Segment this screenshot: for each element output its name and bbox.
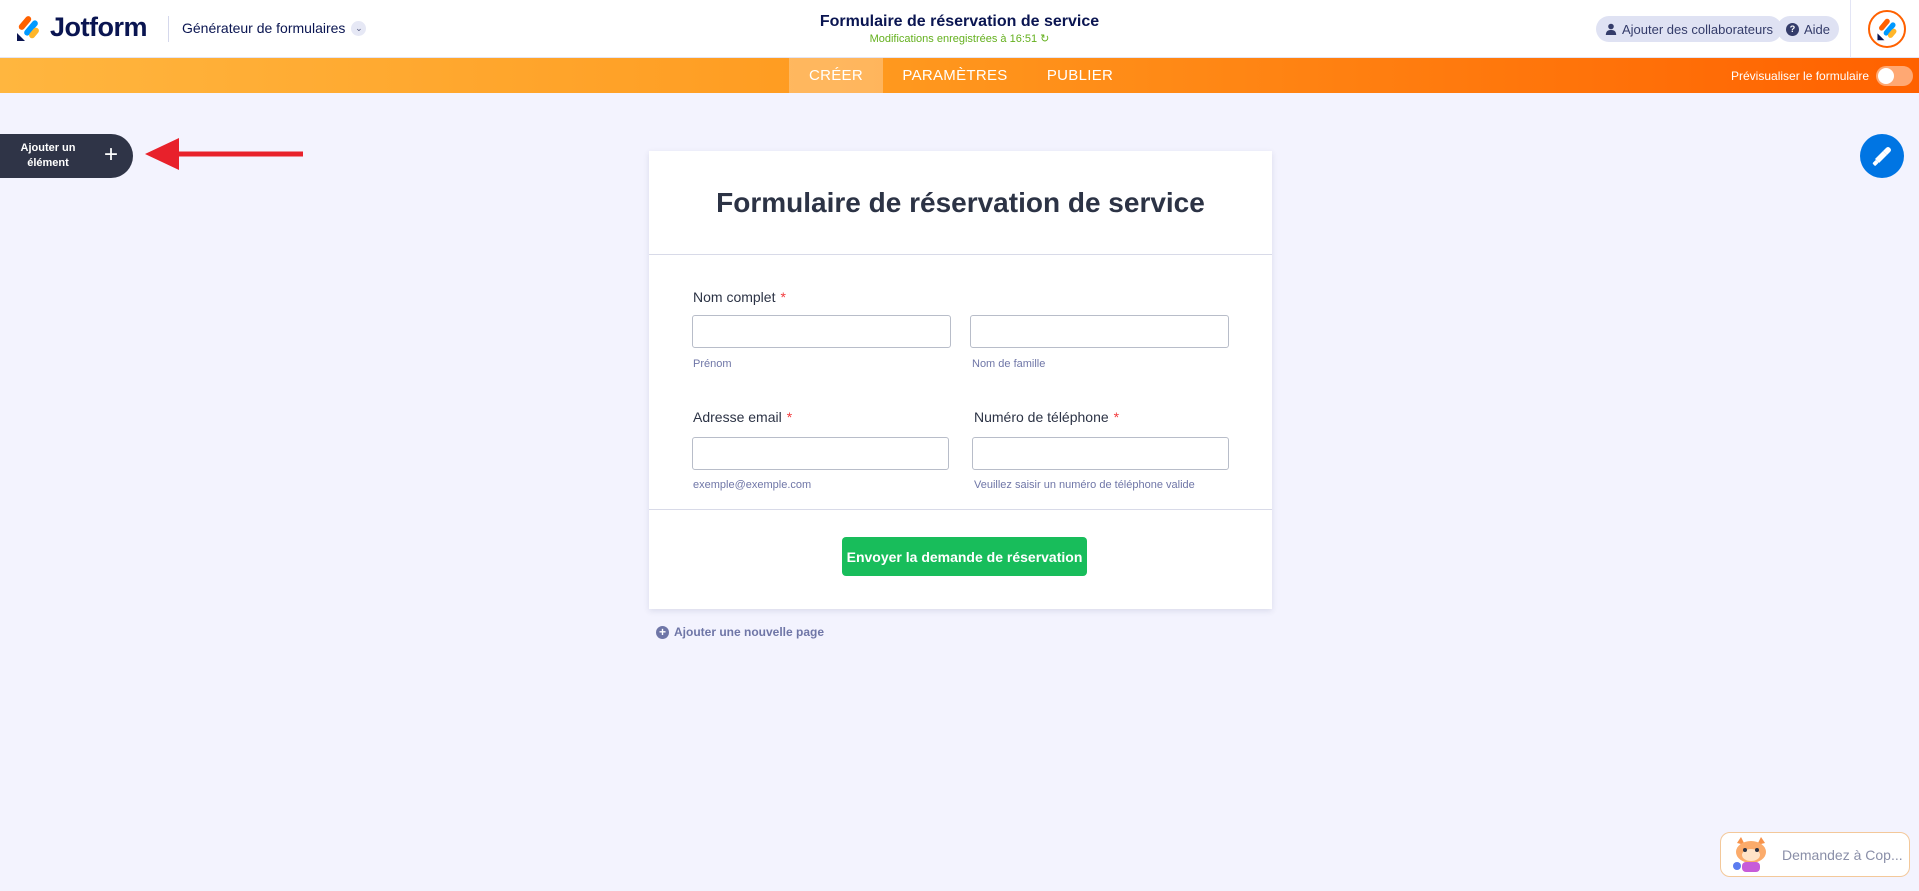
toggle-knob (1878, 67, 1895, 84)
builder-nav: CRÉER PARAMÈTRES PUBLIER Prévisualiser l… (0, 58, 1919, 93)
add-collaborators-button[interactable]: Ajouter des collaborateurs (1596, 16, 1783, 42)
divider (649, 254, 1272, 255)
plus-circle-icon: + (656, 625, 669, 639)
header-divider-right (1850, 0, 1851, 58)
help-label: Aide (1804, 21, 1831, 37)
add-element-label: Ajouter un élément (20, 142, 76, 169)
jotform-logo[interactable]: Jotform (14, 12, 148, 43)
required-marker: * (786, 409, 793, 425)
full-name-label[interactable]: Nom complet * (693, 289, 786, 305)
plus-icon: + (104, 141, 119, 168)
preview-form-label: Prévisualiser le formulaire (1731, 68, 1870, 83)
phone-label-text: Numéro de téléphone (974, 409, 1109, 425)
phone-sublabel: Veuillez saisir un numéro de téléphone v… (974, 479, 1195, 491)
email-label-text: Adresse email (693, 409, 782, 425)
tab-publish[interactable]: PUBLIER (1039, 58, 1121, 93)
full-name-label-text: Nom complet (693, 289, 776, 305)
submit-button[interactable]: Envoyer la demande de réservation (842, 537, 1087, 576)
jotform-avatar-icon (1877, 18, 1897, 41)
form-designer-button[interactable] (1860, 134, 1904, 178)
ai-copilot-button[interactable]: Demandez à Cop... (1720, 832, 1910, 877)
email-input[interactable] (692, 437, 949, 470)
preview-form-toggle[interactable] (1876, 65, 1914, 86)
preview-form-control: Prévisualiser le formulaire (1731, 58, 1914, 93)
help-button[interactable]: ? Aide (1777, 16, 1840, 42)
first-name-sublabel: Prénom (693, 358, 732, 370)
add-collaborators-label: Ajouter des collaborateurs (1622, 21, 1774, 37)
required-marker: * (780, 289, 786, 305)
chevron-down-icon: ⌄ (351, 20, 367, 36)
tab-settings[interactable]: PARAMÈTRES (893, 58, 1017, 93)
form-heading[interactable]: Formulaire de réservation de service (649, 187, 1272, 219)
jotform-logo-icon (17, 15, 39, 41)
add-new-page-button[interactable]: + Ajouter une nouvelle page (656, 625, 824, 639)
paint-roller-icon (1872, 147, 1891, 166)
divider (649, 509, 1272, 510)
top-header: Jotform Générateur de formulaires ⌄ Form… (0, 0, 1919, 58)
last-name-sublabel: Nom de famille (972, 358, 1046, 370)
phone-label[interactable]: Numéro de téléphone * (974, 409, 1119, 425)
annotation-arrow-icon (145, 138, 303, 170)
copilot-cat-icon (1733, 837, 1766, 872)
first-name-input[interactable] (692, 315, 951, 348)
required-marker: * (1113, 409, 1120, 425)
user-icon (1605, 23, 1617, 35)
avatar[interactable] (1868, 10, 1906, 48)
email-sublabel: exemple@exemple.com (693, 479, 812, 491)
add-new-page-label: Ajouter une nouvelle page (674, 625, 825, 639)
tab-create[interactable]: CRÉER (789, 58, 883, 93)
question-icon: ? (1786, 22, 1799, 36)
logo-text: Jotform (50, 12, 148, 42)
header-divider (168, 16, 169, 42)
form-card: Formulaire de réservation de service Nom… (649, 151, 1272, 609)
builder-menu-dropdown[interactable]: Générateur de formulaires ⌄ (182, 20, 367, 36)
last-name-input[interactable] (970, 315, 1229, 348)
phone-input[interactable] (972, 437, 1229, 470)
email-label[interactable]: Adresse email * (693, 409, 792, 425)
add-element-button[interactable]: Ajouter un élément + (0, 134, 133, 178)
copilot-label: Demandez à Cop... (1782, 847, 1903, 863)
builder-menu-label: Générateur de formulaires (182, 20, 346, 36)
